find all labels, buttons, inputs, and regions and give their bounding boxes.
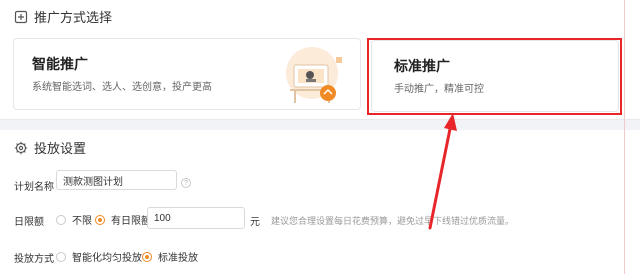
arrow-shaft [428, 122, 453, 230]
annotation-arrow [428, 113, 457, 230]
arrow-head [444, 113, 457, 131]
